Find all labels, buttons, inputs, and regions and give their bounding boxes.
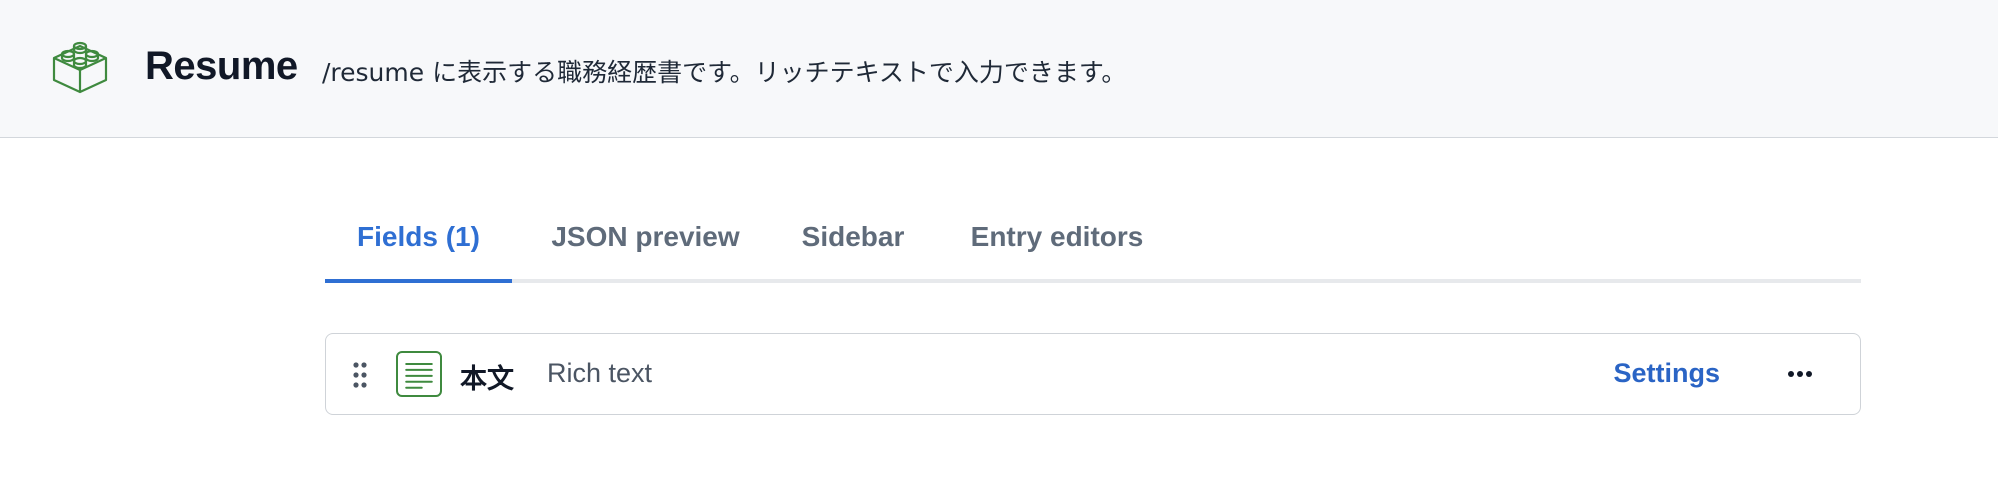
tab-bar: Fields (1) JSON preview Sidebar Entry ed… bbox=[325, 200, 1861, 283]
field-settings-button[interactable]: Settings bbox=[1613, 358, 1720, 389]
field-row[interactable]: 本文 Rich text Settings bbox=[325, 333, 1861, 415]
content-type-title: Resume bbox=[145, 44, 298, 88]
content-type-header: Resume /resume に表示する職務経歴書です。リッチテキストで入力でき… bbox=[0, 0, 1998, 138]
field-name: 本文 bbox=[460, 364, 514, 395]
tab-sidebar[interactable]: Sidebar bbox=[795, 200, 911, 283]
tab-fields[interactable]: Fields (1) bbox=[325, 200, 512, 283]
tab-json-preview[interactable]: JSON preview bbox=[543, 200, 748, 283]
tab-entry-editors[interactable]: Entry editors bbox=[962, 200, 1152, 283]
content-type-description: /resume に表示する職務経歴書です。リッチテキストで入力できます。 bbox=[322, 58, 1127, 87]
content-type-block-icon bbox=[52, 41, 108, 94]
field-type: Rich text bbox=[547, 358, 653, 388]
more-horizontal-icon[interactable] bbox=[1780, 356, 1820, 392]
rich-text-icon bbox=[396, 351, 442, 397]
drag-handle-icon[interactable] bbox=[352, 361, 368, 389]
